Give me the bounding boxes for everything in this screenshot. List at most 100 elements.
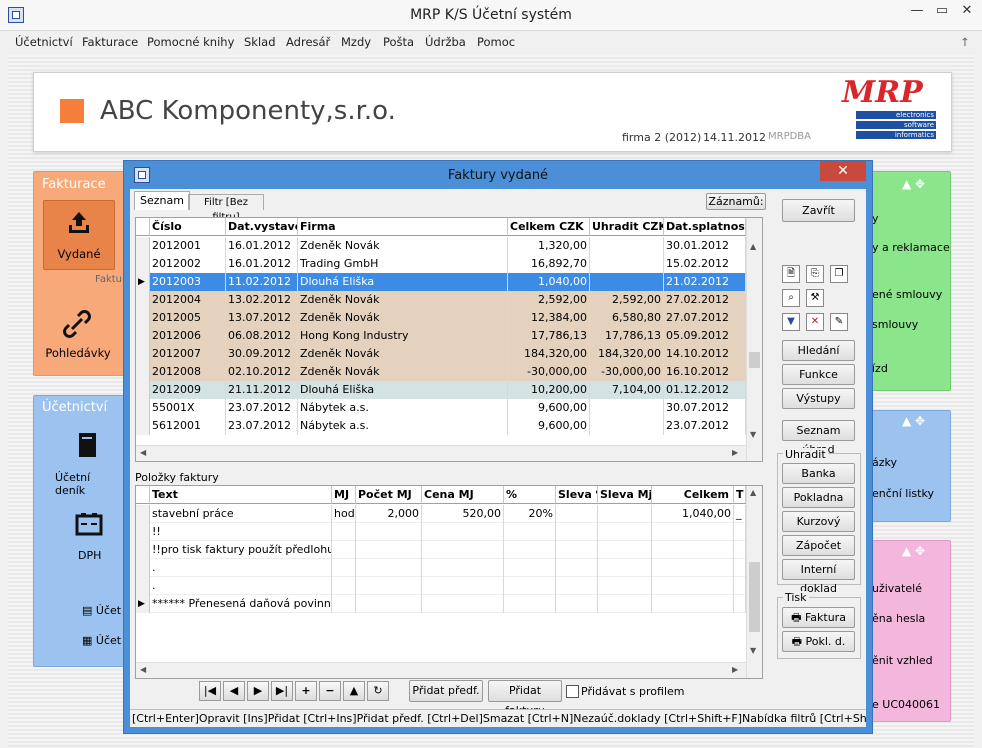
col-sleva-mj[interactable]: Sleva Mj — [598, 486, 652, 504]
list-item[interactable]: stavební práce hod 2,000 520,00 20% 1,040,00 _ — [136, 505, 746, 523]
menu-fakturace[interactable]: Fakturace — [82, 35, 138, 49]
copy-doc-icon[interactable]: ⎘ — [806, 265, 824, 283]
col-celkem-item[interactable]: Celkem — [652, 486, 734, 504]
col-cena-mj[interactable]: Cena MJ — [422, 486, 504, 504]
col-t[interactable]: T — [734, 486, 746, 504]
col-dat-vystaveni[interactable]: Dat.vystave — [226, 218, 298, 236]
tile-vydane[interactable]: Vydané — [43, 200, 115, 270]
add-pref-button[interactable]: Přidat předf. — [409, 680, 483, 702]
tab-filtr[interactable]: Filtr [Bez filtru] — [188, 194, 264, 223]
green-item-3[interactable]: ené smlouvy — [872, 288, 942, 301]
internal-doc-button[interactable]: Interní doklad — [782, 559, 855, 595]
menu-pin-icon[interactable]: ↑ — [960, 35, 970, 49]
tile-dph[interactable]: DPH — [43, 505, 121, 569]
green-item-4[interactable]: smlouvy — [872, 318, 918, 331]
outputs-button[interactable]: Výstupy — [782, 388, 855, 409]
table-row[interactable]: 2012007 30.09.2012 Zdeněk Novák 184,320,00 1… — [136, 345, 746, 363]
menu-udrzba[interactable]: Údržba — [425, 35, 466, 49]
add-with-profile-checkbox[interactable] — [566, 685, 579, 698]
records-button[interactable]: Záznamů: — [706, 193, 766, 210]
add-invoice-button[interactable]: Přidat fakturu — [488, 680, 562, 717]
col-cislo[interactable]: Číslo — [150, 218, 226, 236]
table-row[interactable]: 55001X 23.07.2012 Nábytek a.s. 9,600,00 30.0… — [136, 399, 746, 417]
col-dat-splatnosti[interactable]: Dat.splatnosti — [664, 218, 746, 236]
nav-add-button[interactable]: + — [295, 681, 317, 701]
list-item[interactable]: !!pro tisk faktury použít předlohu 022 — [136, 541, 746, 559]
col-uhradit[interactable]: Uhradit CZK — [590, 218, 664, 236]
dialog-close-icon[interactable]: ✕ — [820, 161, 866, 181]
list-item[interactable]: . — [136, 559, 746, 577]
table-row[interactable]: 2012006 06.08.2012 Hong Kong Industry 17,78… — [136, 327, 746, 345]
blue-item-1[interactable]: ázky — [872, 456, 897, 469]
col-pocet-mj[interactable]: Počet MJ — [356, 486, 422, 504]
col-celkem[interactable]: Celkem CZK — [508, 218, 590, 236]
table-row[interactable]: 2012002 16.01.2012 Trading GmbH 16,892,70 15… — [136, 255, 746, 273]
blue-item-2[interactable]: enční listky — [872, 487, 934, 500]
list-item[interactable]: ▶****** Přenesená daňová povinnost ** — [136, 595, 746, 613]
nav-prev-button[interactable]: ◀ — [223, 681, 245, 701]
new-doc-icon[interactable]: 🗎 — [782, 265, 800, 283]
maximize-icon[interactable]: ▭ — [930, 0, 954, 22]
green-item-2[interactable]: y a reklamace — [872, 241, 950, 254]
tab-seznam[interactable]: Seznam — [134, 191, 190, 210]
nav-last-button[interactable]: ▶| — [271, 681, 293, 701]
ucet-link-1[interactable]: ▤ Účet — [82, 604, 121, 617]
print-receipt-button[interactable]: 🖶 Pokl. d. — [782, 631, 855, 652]
col-text[interactable]: Text — [150, 486, 332, 504]
nav-first-button[interactable]: |◀ — [199, 681, 221, 701]
menu-pomocne-knihy[interactable]: Pomocné knihy — [147, 35, 234, 49]
nav-refresh-button[interactable]: ↻ — [367, 681, 389, 701]
table-row[interactable]: 2012001 16.01.2012 Zdeněk Novák 1,320,00 30.… — [136, 237, 746, 255]
green-item-5[interactable]: ízd — [872, 362, 888, 375]
items-hscrollbar[interactable]: ◀ ▶ — [136, 662, 746, 678]
nav-delete-button[interactable]: − — [319, 681, 341, 701]
menu-pomoc[interactable]: Pomoc — [477, 35, 515, 49]
invoices-scroll-thumb[interactable] — [749, 352, 760, 368]
menu-sklad[interactable]: Sklad — [244, 35, 276, 49]
nav-edit-button[interactable]: ▲ — [343, 681, 365, 701]
col-mj[interactable]: MJ — [332, 486, 356, 504]
table-row[interactable]: 2012008 02.10.2012 Zdeněk Novák -30,000,00-… — [136, 363, 746, 381]
green-arrow-icon[interactable]: ▲ ✥ — [902, 177, 925, 191]
tools-icon[interactable]: ⚒ — [806, 289, 824, 307]
cash-button[interactable]: Pokladna — [782, 487, 855, 508]
blue-arrow-icon[interactable]: ▲ ✥ — [902, 414, 925, 428]
items-scroll-thumb[interactable] — [749, 562, 760, 632]
multi-doc-icon[interactable]: ❐ — [830, 265, 848, 283]
table-row[interactable]: 5612001 23.07.2012 Nábytek a.s. 9,600,00 23.… — [136, 417, 746, 435]
col-firma[interactable]: Firma — [298, 218, 508, 236]
invoices-hscrollbar[interactable]: ◀ ▶ — [136, 445, 746, 461]
menu-posta[interactable]: Pošta — [383, 35, 414, 49]
clear-filter-icon[interactable]: ✕ — [806, 313, 824, 331]
table-row[interactable]: 2012009 21.11.2012 Dlouhá Eliška 10,200,00 7… — [136, 381, 746, 399]
edit-doc-icon[interactable]: ✎ — [830, 313, 848, 331]
invoices-scrollbar[interactable]: ▲ ▼ — [746, 218, 762, 461]
col-pct[interactable]: % — [504, 486, 556, 504]
filter-icon[interactable]: ▼ — [782, 313, 800, 331]
list-item[interactable]: !! — [136, 523, 746, 541]
pink-item-2[interactable]: ěna hesla — [872, 612, 925, 625]
pink-arrow-icon[interactable]: ▲ ✥ — [902, 544, 925, 558]
menu-ucetnictvi[interactable]: Účetnictví — [15, 35, 73, 49]
minimize-icon[interactable]: — — [904, 0, 930, 22]
pink-item-1[interactable]: uživatelé — [872, 582, 922, 595]
pink-item-3[interactable]: ěnit vzhled — [872, 654, 933, 667]
close-button[interactable]: Zavřít — [782, 199, 855, 222]
table-row[interactable]: 2012004 13.02.2012 Zdeněk Novák 2,592,00 2,5… — [136, 291, 746, 309]
table-row[interactable]: 2012005 13.07.2012 Zdeněk Novák 12,384,00 6,… — [136, 309, 746, 327]
tile-pohledavky[interactable]: Pohledávky — [43, 300, 113, 366]
table-row[interactable]: ▶ 2012003 11.02.2012 Dlouhá Eliška 1,040,00 2… — [136, 273, 746, 291]
payments-list-button[interactable]: Seznam úhrad — [782, 420, 855, 456]
menu-mzdy[interactable]: Mzdy — [341, 35, 371, 49]
close-icon[interactable]: ✕ — [954, 0, 980, 22]
preview-doc-icon[interactable]: ⌕ — [782, 289, 800, 307]
ucet-link-2[interactable]: ▦ Účet — [82, 634, 121, 647]
bank-button[interactable]: Banka — [782, 463, 855, 484]
fx-difference-button[interactable]: Kurzový rozdíl — [782, 511, 855, 547]
menu-adresar[interactable]: Adresář — [286, 35, 330, 49]
items-scrollbar[interactable]: ▲ ▼ — [746, 486, 762, 678]
print-invoice-button[interactable]: 🖶 Faktura — [782, 607, 855, 628]
nav-next-button[interactable]: ▶ — [247, 681, 269, 701]
search-button[interactable]: Hledání — [782, 340, 855, 361]
col-sleva-pct[interactable]: Sleva % — [556, 486, 598, 504]
